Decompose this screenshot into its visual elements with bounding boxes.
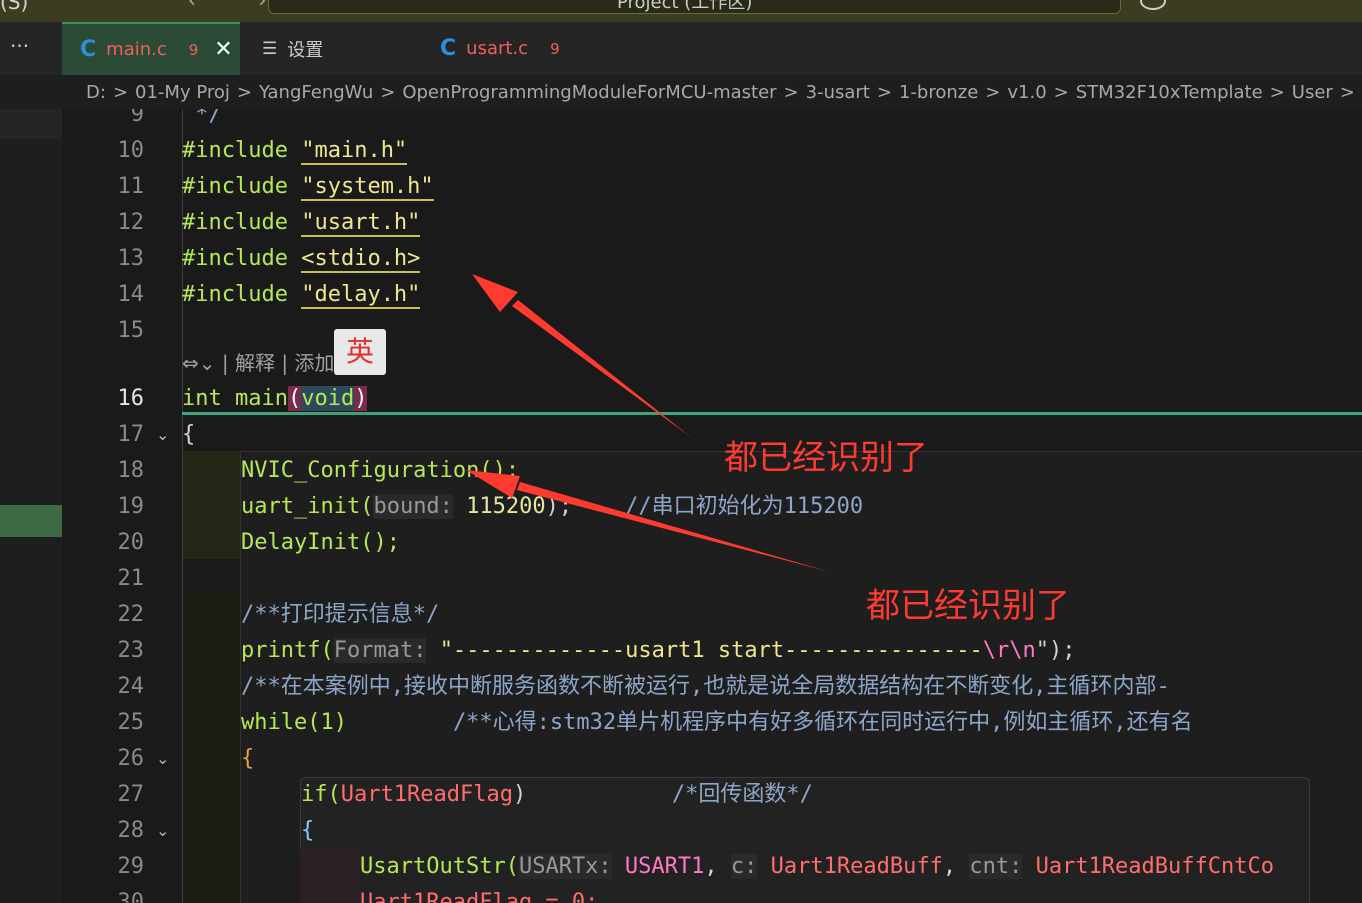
arrow-head-1 [472,274,518,312]
annotation-text: 都已经识别了 [866,586,1070,626]
arrow-shaft-2 [517,482,830,572]
annotation-text: 都已经识别了 [724,438,928,478]
arrow-head-2 [466,470,520,498]
annotation-arrows [466,274,830,572]
arrow-shaft-1 [512,300,692,438]
